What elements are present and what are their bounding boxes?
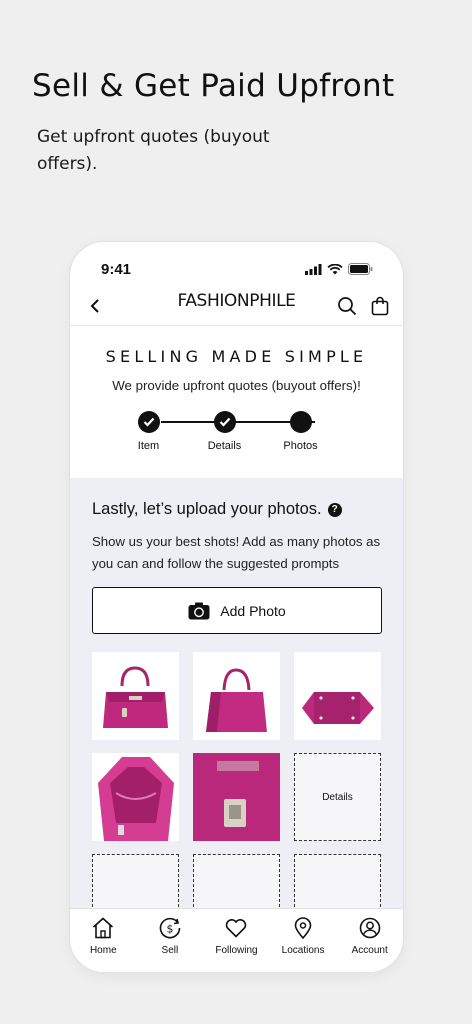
step-details: Details xyxy=(195,411,255,452)
checkmark-icon xyxy=(219,417,230,427)
home-icon xyxy=(93,917,114,939)
hero-title: SELLING MADE SIMPLE xyxy=(105,347,368,366)
handbag-side-photo xyxy=(206,668,267,732)
hero-section: SELLING MADE SIMPLE We provide upfront q… xyxy=(70,326,403,478)
hero-subtitle: We provide upfront quotes (buyout offers… xyxy=(112,378,361,393)
wifi-icon xyxy=(327,263,343,274)
tab-locations[interactable]: Locations xyxy=(272,917,334,972)
handbag-bottom-photo xyxy=(302,692,374,724)
current-step-dot xyxy=(289,411,312,433)
shopping-bag-icon[interactable] xyxy=(371,296,389,316)
map-pin-icon xyxy=(294,917,312,939)
step-photos: Photos xyxy=(271,411,331,452)
upload-description: Show us your best shots! Add as many pho… xyxy=(92,534,381,571)
photo-slot-interior[interactable] xyxy=(92,753,179,841)
promo-headline: Sell & Get Paid Upfront xyxy=(32,68,395,104)
photo-slot-front[interactable] xyxy=(92,652,179,740)
progress-stepper: Item Details Photos xyxy=(117,411,357,459)
back-chevron-icon[interactable] xyxy=(88,298,102,314)
tab-account[interactable]: Account xyxy=(339,917,401,972)
add-photo-label: Add Photo xyxy=(220,602,286,619)
tab-sell[interactable]: $ Sell xyxy=(139,917,201,972)
handbag-front-photo xyxy=(103,666,168,728)
status-time: 9:41 xyxy=(101,260,132,278)
phone-frame: 9:41 FASHIONPHILE SELLING MADE SIMPLE We… xyxy=(70,242,403,972)
upload-title: Lastly, let’s upload your photos. xyxy=(92,500,322,518)
step-item: Item xyxy=(119,411,179,452)
heart-icon xyxy=(226,919,247,938)
camera-icon xyxy=(188,602,210,619)
handbag-stamp-closeup-photo xyxy=(193,753,280,841)
slot-label: Details xyxy=(322,791,353,803)
photo-slot-details[interactable]: Details xyxy=(294,753,381,841)
nav-bar xyxy=(70,286,403,326)
upload-section: Lastly, let’s upload your photos. ? Show… xyxy=(70,478,403,942)
tab-home[interactable]: Home xyxy=(72,917,134,972)
battery-icon xyxy=(348,263,373,275)
handbag-interior-photo xyxy=(98,757,174,841)
signal-icon xyxy=(305,263,322,275)
photo-grid: Details xyxy=(92,652,383,942)
status-bar: 9:41 xyxy=(70,242,403,286)
dollar-circle-icon: $ xyxy=(159,917,181,939)
search-icon[interactable] xyxy=(337,296,357,316)
add-photo-button[interactable]: Add Photo xyxy=(92,587,382,634)
promo-subline: Get upfront quotes (buyout offers). xyxy=(37,127,270,174)
bottom-tab-bar: Home $ Sell Following Locations Account xyxy=(70,908,403,972)
checkmark-icon xyxy=(143,417,154,427)
tab-following[interactable]: Following xyxy=(205,917,267,972)
photo-slot-side[interactable] xyxy=(193,652,280,740)
photo-slot-stamp-closeup[interactable] xyxy=(193,753,280,841)
user-circle-icon xyxy=(359,917,380,939)
svg-text:$: $ xyxy=(166,923,173,936)
photo-slot-bottom[interactable] xyxy=(294,652,381,740)
help-icon[interactable]: ? xyxy=(327,502,342,517)
